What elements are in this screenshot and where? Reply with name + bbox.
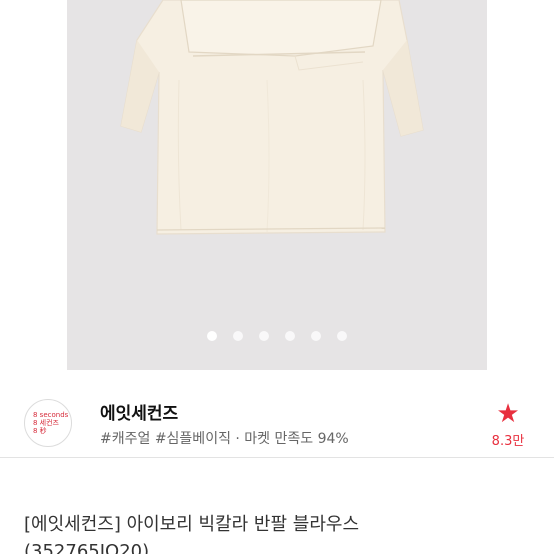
carousel-indicator (67, 331, 487, 343)
star-icon: ★ (496, 399, 520, 429)
favorite-button[interactable]: ★ 8.3만 (486, 400, 530, 450)
shop-name[interactable]: 에잇세컨즈 (100, 399, 178, 424)
shop-logo[interactable]: 8 seconds 8 세컨즈 8 秒 (24, 399, 72, 447)
carousel-dot[interactable] (285, 331, 295, 341)
shop-info-row[interactable]: 8 seconds 8 세컨즈 8 秒 에잇세컨즈 #캐주얼 #심플베이직 · … (0, 370, 554, 458)
shop-logo-line: 8 seconds (33, 411, 69, 419)
shop-logo-line: 8 세컨즈 (33, 419, 59, 427)
carousel-dot[interactable] (259, 331, 269, 341)
shop-tags: #캐주얼 #심플베이직 · 마켓 만족도 94% (100, 431, 349, 447)
carousel-dot[interactable] (233, 331, 243, 341)
carousel-dot[interactable] (207, 331, 217, 341)
favorite-count: 8.3만 (491, 434, 525, 449)
shop-logo-line: 8 秒 (33, 427, 47, 435)
product-code: (352765IQ20) (24, 541, 150, 554)
carousel-dot[interactable] (311, 331, 321, 341)
product-image-carousel[interactable] (67, 0, 487, 370)
carousel-dot[interactable] (337, 331, 347, 341)
product-title: [에잇세컨즈] 아이보리 빅칼라 반팔 블라우스 (24, 514, 360, 535)
product-image (120, 0, 424, 235)
